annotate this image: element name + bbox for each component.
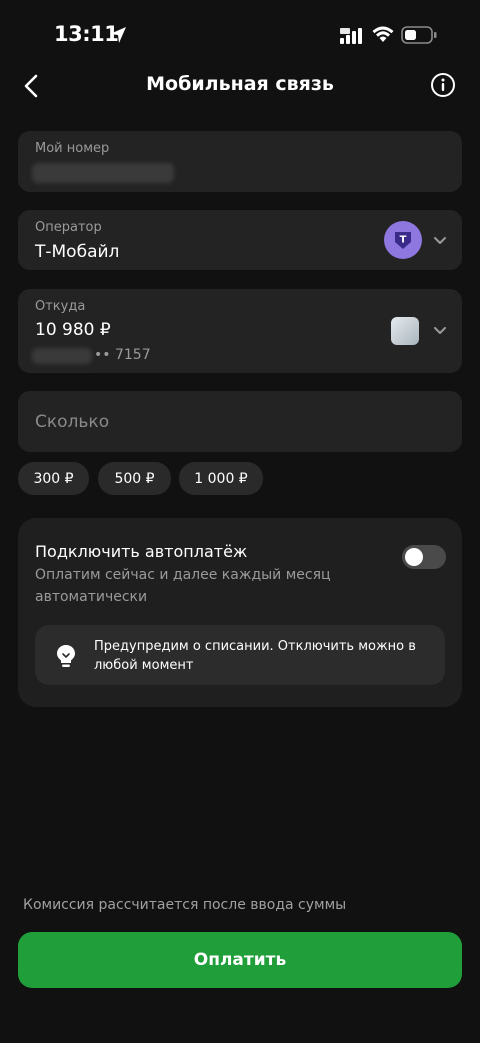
commission-note: Комиссия рассчитается после ввода суммы (23, 897, 347, 913)
pay-button[interactable]: Оплатить (18, 932, 462, 988)
autopay-card: Подключить автоплатёж Оплатим сейчас и д… (18, 518, 462, 707)
autopay-subtitle-line1: Оплатим сейчас и далее каждый месяц (35, 567, 331, 583)
my-number-card[interactable]: Мой номер (18, 131, 462, 192)
info-icon[interactable] (430, 72, 456, 98)
wifi-icon (372, 26, 394, 42)
source-label: Откуда (35, 299, 86, 314)
battery-icon (401, 26, 437, 44)
my-number-label: Мой номер (35, 141, 110, 156)
autopay-title: Подключить автоплатёж (35, 542, 248, 561)
source-card-suffix: •• 7157 (94, 347, 151, 363)
source-balance: 10 980 ₽ (35, 320, 111, 340)
amount-placeholder: Сколько (35, 412, 110, 432)
autopay-info-line1: Предупредим о списании. Отключить можно … (94, 639, 416, 654)
autopay-subtitle-line2: автоматически (35, 589, 148, 605)
autopay-toggle-knob (405, 548, 423, 566)
operator-logo: T (384, 221, 422, 259)
page-title: Мобильная связь (146, 73, 334, 95)
autopay-info-line2: любой момент (94, 658, 194, 673)
autopay-toggle[interactable] (402, 545, 446, 569)
operator-logo-icon: T (395, 232, 411, 249)
location-arrow-icon (110, 27, 126, 43)
my-number-value-hidden (32, 163, 174, 183)
amount-input[interactable]: Сколько (18, 391, 462, 452)
operator-value: Т-Мобайл (35, 242, 120, 262)
chevron-down-icon[interactable] (433, 236, 447, 246)
source-card-name-hidden (32, 348, 92, 364)
amount-chip-300[interactable]: 300 ₽ (18, 462, 89, 495)
cellular-signal-icon (340, 28, 362, 44)
bank-card-thumbnail (391, 317, 419, 345)
chevron-down-icon[interactable] (433, 326, 447, 336)
amount-chip-1000[interactable]: 1 000 ₽ (179, 462, 263, 495)
operator-logo-letter: T (400, 235, 407, 246)
operator-label: Оператор (35, 220, 102, 235)
source-card[interactable]: Откуда 10 980 ₽ •• 7157 (18, 289, 462, 373)
autopay-info-box: Предупредим о списании. Отключить можно … (35, 625, 445, 685)
operator-card[interactable]: Оператор Т-Мобайл T (18, 210, 462, 270)
lightbulb-icon (57, 645, 75, 667)
amount-chip-500[interactable]: 500 ₽ (98, 462, 171, 495)
